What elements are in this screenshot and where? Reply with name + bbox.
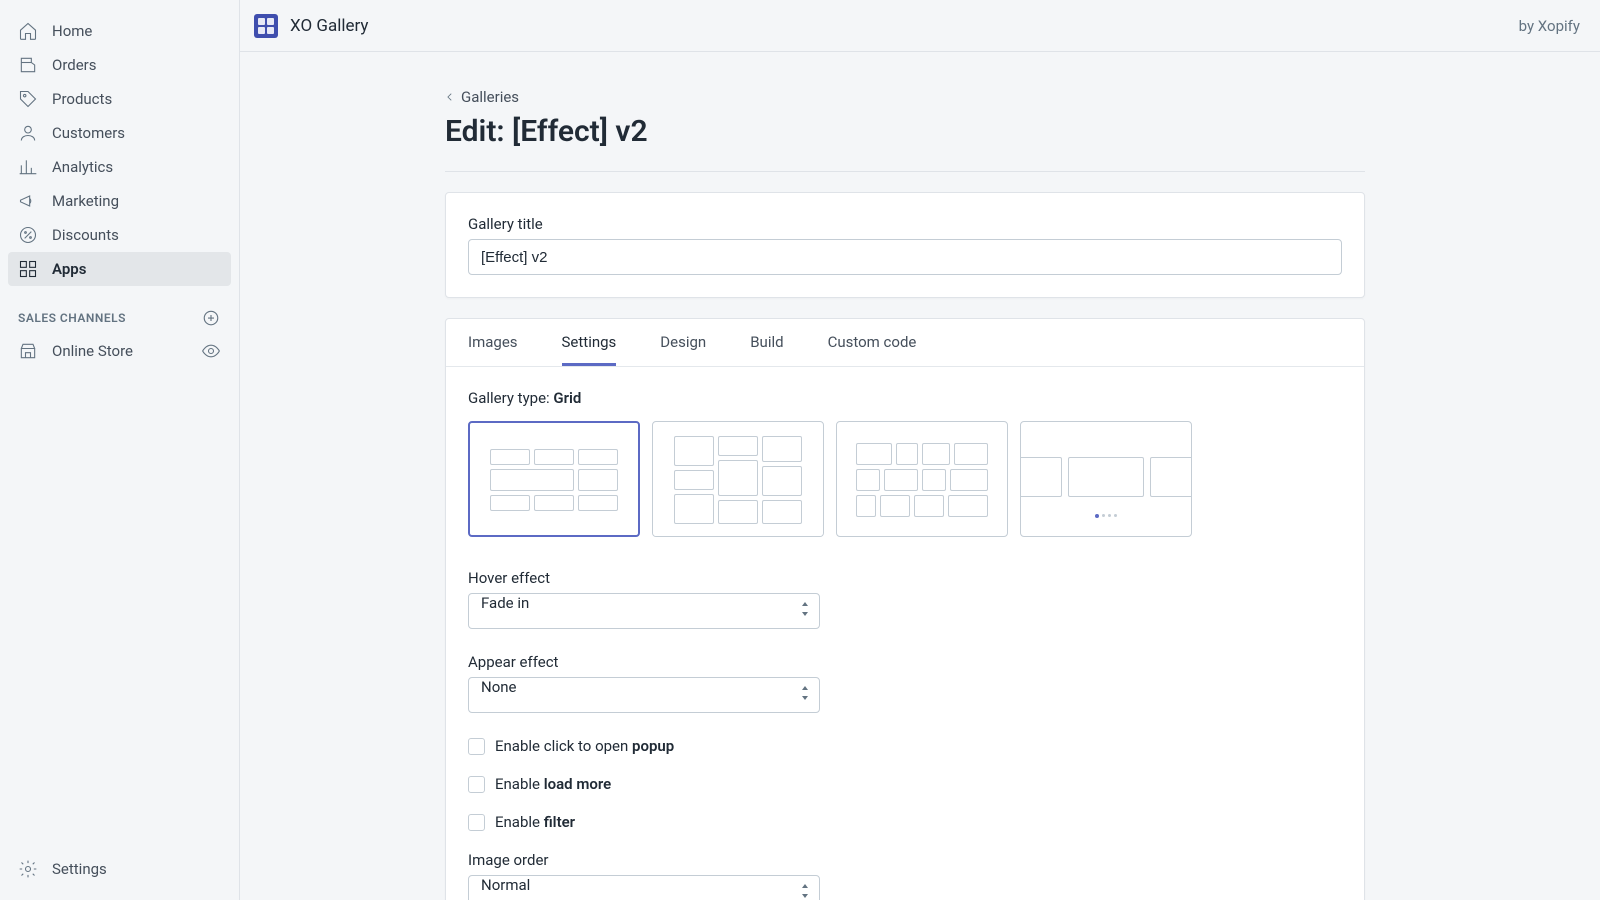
breadcrumb-label: Galleries (461, 88, 519, 106)
tabs: Images Settings Design Build Custom code (446, 319, 1364, 367)
image-order-select[interactable]: Normal (468, 875, 820, 900)
gallery-type-options (468, 421, 1342, 537)
megaphone-icon (18, 191, 38, 211)
customer-icon (18, 123, 38, 143)
analytics-icon (18, 157, 38, 177)
sidebar: Home Orders Products Customers Analytics (0, 0, 240, 900)
app-byline: by Xopify (1519, 17, 1580, 35)
app-title: XO Gallery (290, 16, 368, 36)
hover-effect-label: Hover effect (468, 569, 820, 587)
sidebar-item-label: Home (52, 22, 92, 40)
tab-custom-code[interactable]: Custom code (828, 319, 917, 366)
settings-card: Images Settings Design Build Custom code… (445, 318, 1365, 900)
tag-icon (18, 89, 38, 109)
carousel-dots-icon (1021, 514, 1191, 518)
title-card: Gallery title (445, 192, 1365, 298)
sidebar-item-home[interactable]: Home (8, 14, 231, 48)
store-icon (18, 341, 38, 361)
checkbox-icon (468, 814, 485, 831)
page-divider (445, 171, 1365, 172)
sidebar-item-label: Online Store (52, 342, 133, 360)
app-topbar: XO Gallery by Xopify (240, 0, 1600, 52)
gallery-type-masonry[interactable] (652, 421, 824, 537)
gallery-type-label: Gallery type: Grid (468, 389, 1342, 407)
discount-icon (18, 225, 38, 245)
sidebar-item-label: Orders (52, 56, 97, 74)
nav-list: Home Orders Products Customers Analytics (0, 14, 239, 286)
sidebar-item-label: Discounts (52, 226, 119, 244)
main-area: XO Gallery by Xopify Galleries Edit: [Ef… (240, 0, 1600, 900)
app-logo-icon (254, 14, 278, 38)
sidebar-item-discounts[interactable]: Discounts (8, 218, 231, 252)
checkbox-icon (468, 738, 485, 755)
sidebar-item-label: Marketing (52, 192, 119, 210)
gallery-type-grid[interactable] (468, 421, 640, 537)
sidebar-item-orders[interactable]: Orders (8, 48, 231, 82)
checkbox-icon (468, 776, 485, 793)
sidebar-item-label: Customers (52, 124, 125, 142)
breadcrumb-back[interactable]: Galleries (445, 88, 519, 106)
gallery-type-carousel[interactable] (1020, 421, 1192, 537)
eye-icon[interactable] (201, 341, 221, 361)
enable-filter-checkbox[interactable]: Enable filter (468, 813, 1342, 831)
enable-loadmore-checkbox[interactable]: Enable load more (468, 775, 1342, 793)
gallery-title-label: Gallery title (468, 215, 1342, 233)
sidebar-item-settings[interactable]: Settings (8, 852, 231, 886)
gallery-type-justified[interactable] (836, 421, 1008, 537)
add-channel-button[interactable] (201, 308, 221, 328)
section-heading-label: SALES CHANNELS (18, 311, 126, 325)
sidebar-item-customers[interactable]: Customers (8, 116, 231, 150)
orders-icon (18, 55, 38, 75)
enable-popup-checkbox[interactable]: Enable click to open popup (468, 737, 1342, 755)
sidebar-item-label: Products (52, 90, 112, 108)
page: Galleries Edit: [Effect] v2 Gallery titl… (445, 52, 1365, 900)
sales-channels-heading: SALES CHANNELS (0, 308, 239, 328)
apps-icon (18, 259, 38, 279)
appear-effect-label: Appear effect (468, 653, 820, 671)
tab-settings[interactable]: Settings (562, 319, 617, 366)
gallery-title-input[interactable] (468, 239, 1342, 275)
sidebar-item-label: Settings (52, 860, 107, 878)
sidebar-item-products[interactable]: Products (8, 82, 231, 116)
hover-effect-select[interactable]: Fade in (468, 593, 820, 629)
sidebar-item-online-store[interactable]: Online Store (8, 334, 231, 368)
tab-design[interactable]: Design (660, 319, 706, 366)
sidebar-item-analytics[interactable]: Analytics (8, 150, 231, 184)
home-icon (18, 21, 38, 41)
page-title: Edit: [Effect] v2 (445, 114, 1365, 149)
sidebar-item-label: Apps (52, 260, 86, 278)
gear-icon (18, 859, 38, 879)
sidebar-item-label: Analytics (52, 158, 113, 176)
sidebar-item-marketing[interactable]: Marketing (8, 184, 231, 218)
tab-images[interactable]: Images (468, 319, 518, 366)
sidebar-item-apps[interactable]: Apps (8, 252, 231, 286)
tab-build[interactable]: Build (750, 319, 783, 366)
appear-effect-select[interactable]: None (468, 677, 820, 713)
image-order-label: Image order (468, 851, 820, 869)
